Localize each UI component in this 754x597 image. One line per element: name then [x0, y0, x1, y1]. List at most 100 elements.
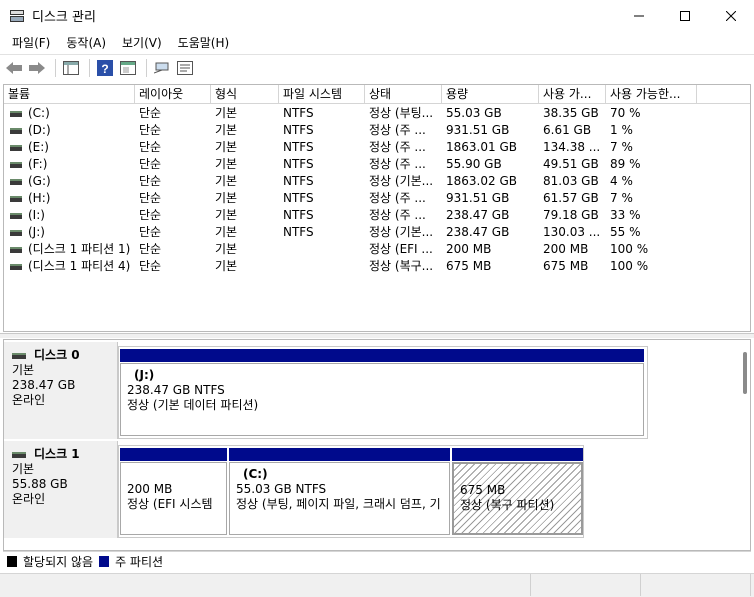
- column-header-free-space[interactable]: 사용 가...: [539, 85, 606, 104]
- help-button[interactable]: ?: [95, 58, 115, 78]
- cell-percent-free: 70 %: [610, 106, 641, 120]
- status-bar-section: [531, 574, 641, 596]
- vertical-scrollbar[interactable]: [743, 352, 747, 394]
- table-row[interactable]: (디스크 1 파티션 1) 단순 기본 정상 (EFI ... 200 MB 200 MB…: [4, 241, 750, 258]
- table-row[interactable]: (C:) 단순 기본 NTFS 정상 (부팅... 55.03 GB 38.35 GB 70 …: [4, 105, 750, 122]
- column-header-file-system[interactable]: 파일 시스템: [279, 85, 365, 104]
- table-row[interactable]: (F:) 단순 기본 NTFS 정상 (주 ... 55.90 GB 49.51 GB 89 …: [4, 156, 750, 173]
- console-tree-button[interactable]: [61, 58, 81, 78]
- table-row[interactable]: (D:) 단순 기본 NTFS 정상 (주 ... 931.51 GB 6.61 GB 1 %: [4, 122, 750, 139]
- partition-efi-status: 정상 (EFI 시스템: [127, 497, 213, 511]
- volume-name: (F:): [28, 157, 48, 171]
- close-button[interactable]: [708, 0, 754, 31]
- primary-partition-bar: [229, 448, 450, 461]
- show-hide-button[interactable]: [118, 58, 138, 78]
- cell-capacity: 55.03 GB: [446, 106, 502, 120]
- show-hide-icon: [120, 60, 136, 75]
- table-row[interactable]: (G:) 단순 기본 NTFS 정상 (기본... 1863.02 GB 81.03 GB 4…: [4, 173, 750, 190]
- table-row[interactable]: (E:) 단순 기본 NTFS 정상 (주 ... 1863.01 GB 134.38 ..…: [4, 139, 750, 156]
- legend-unallocated: 할당되지 않음: [23, 555, 94, 569]
- cell-free-space: 130.03 ...: [543, 225, 601, 239]
- cell-type: 기본: [215, 123, 238, 137]
- cell-layout: 단순: [139, 123, 162, 137]
- cell-volume: (D:): [4, 122, 135, 139]
- disk-0-size: 238.47 GB: [12, 378, 76, 392]
- partition-recovery[interactable]: 675 MB 정상 (복구 파티션): [452, 448, 583, 535]
- cell-free-space: 200 MB: [543, 242, 589, 256]
- cell-layout: 단순: [139, 259, 162, 273]
- cell-file-system: NTFS: [283, 123, 314, 137]
- cell-volume: (I:): [4, 207, 135, 224]
- column-header-volume[interactable]: 볼륨: [4, 85, 135, 104]
- menu-action[interactable]: 동작(A): [58, 34, 114, 51]
- partition-c-body: (C:) 55.03 GB NTFS 정상 (부팅, 페이지 파일, 크래시 덤…: [229, 462, 450, 535]
- partition-efi[interactable]: 200 MB 정상 (EFI 시스템: [120, 448, 227, 535]
- column-header-status[interactable]: 상태: [365, 85, 442, 104]
- connect-icon: [154, 62, 169, 73]
- volume-name: (E:): [28, 140, 49, 154]
- status-bar-section: [0, 574, 531, 596]
- disk-0-name-line: 디스크 0: [12, 348, 117, 363]
- menu-help[interactable]: 도움말(H): [170, 34, 238, 51]
- column-header-layout[interactable]: 레이아웃: [135, 85, 211, 104]
- partition-j-status: 정상 (기본 데이터 파티션): [127, 398, 259, 412]
- partition-c[interactable]: (C:) 55.03 GB NTFS 정상 (부팅, 페이지 파일, 크래시 덤…: [229, 448, 450, 535]
- volume-list[interactable]: 볼륨 레이아웃 형식 파일 시스템 상태 용량 사용 가... 사용 가능한..…: [3, 84, 751, 332]
- disk-1-name: 디스크 1: [34, 447, 80, 461]
- forward-button[interactable]: [27, 58, 47, 78]
- disk-1-status: 온라인: [12, 492, 46, 506]
- window-title: 디스크 관리: [32, 10, 96, 25]
- table-row[interactable]: (디스크 1 파티션 4) 단순 기본 정상 (복구... 675 MB 675 MB 10…: [4, 258, 750, 275]
- primary-partition-swatch: [99, 556, 110, 567]
- cell-capacity: 1863.01 GB: [446, 140, 517, 154]
- disk-1-label[interactable]: 디스크 1 기본 55.88 GB 온라인: [4, 441, 118, 538]
- cell-capacity: 238.47 GB: [446, 225, 510, 239]
- partition-c-label: (C:): [243, 467, 268, 481]
- back-arrow-icon: [6, 61, 22, 74]
- drive-icon: [10, 229, 22, 236]
- disk-1-partition-area: 200 MB 정상 (EFI 시스템 (C:) 55.03 GB NTFS 정상…: [118, 445, 584, 538]
- toolbar-separator: [89, 58, 90, 77]
- disk-1-row: 디스크 1 기본 55.88 GB 온라인 200 MB 정상 (EFI 시스템…: [4, 441, 604, 538]
- cell-free-space: 675 MB: [543, 259, 589, 273]
- cell-status: 정상 (주 ...: [369, 157, 426, 171]
- partition-j[interactable]: (J:) 238.47 GB NTFS 정상 (기본 데이터 파티션): [120, 349, 644, 436]
- cell-free-space: 6.61 GB: [543, 123, 592, 137]
- cell-type: 기본: [215, 157, 238, 171]
- menu-bar: 파일(F) 동작(A) 보기(V) 도움말(H): [0, 31, 754, 53]
- table-row[interactable]: (I:) 단순 기본 NTFS 정상 (주 ... 238.47 GB 79.18 GB 33…: [4, 207, 750, 224]
- table-row[interactable]: (H:) 단순 기본 NTFS 정상 (주 ... 931.51 GB 61.57 GB 7 …: [4, 190, 750, 207]
- partition-j-label: (J:): [134, 368, 155, 382]
- cell-layout: 단순: [139, 225, 162, 239]
- cell-layout: 단순: [139, 174, 162, 188]
- column-header-percent-free[interactable]: 사용 가능한...: [606, 85, 697, 104]
- maximize-button[interactable]: [662, 0, 708, 31]
- menu-view[interactable]: 보기(V): [114, 34, 170, 51]
- column-header-capacity[interactable]: 용량: [442, 85, 539, 104]
- volume-name: (I:): [28, 208, 45, 222]
- partition-j-body: (J:) 238.47 GB NTFS 정상 (기본 데이터 파티션): [120, 363, 644, 436]
- cell-layout: 단순: [139, 157, 162, 171]
- table-row[interactable]: (J:) 단순 기본 NTFS 정상 (기본... 238.47 GB 130.03 ...…: [4, 224, 750, 241]
- help-icon: ?: [97, 59, 113, 76]
- back-button[interactable]: [4, 58, 24, 78]
- properties-button[interactable]: [175, 58, 195, 78]
- connect-button[interactable]: [152, 58, 172, 78]
- menu-file[interactable]: 파일(F): [4, 34, 58, 51]
- volume-name: (D:): [28, 123, 51, 137]
- cell-type: 기본: [215, 191, 238, 205]
- drive-icon: [10, 144, 22, 151]
- column-header-type[interactable]: 형식: [211, 85, 279, 104]
- cell-status: 정상 (복구...: [369, 259, 434, 273]
- cell-file-system: [279, 241, 365, 258]
- pane-splitter[interactable]: [0, 333, 754, 338]
- cell-percent-free: 89 %: [610, 157, 641, 171]
- minimize-button[interactable]: [616, 0, 662, 31]
- volume-name: (디스크 1 파티션 1): [28, 242, 131, 256]
- cell-type: 기본: [215, 208, 238, 222]
- unallocated-swatch: [7, 556, 17, 567]
- cell-capacity: 1863.02 GB: [446, 174, 517, 188]
- disk-icon: [12, 352, 26, 359]
- drive-icon: [10, 161, 22, 168]
- disk-0-label[interactable]: 디스크 0 기본 238.47 GB 온라인: [4, 342, 118, 439]
